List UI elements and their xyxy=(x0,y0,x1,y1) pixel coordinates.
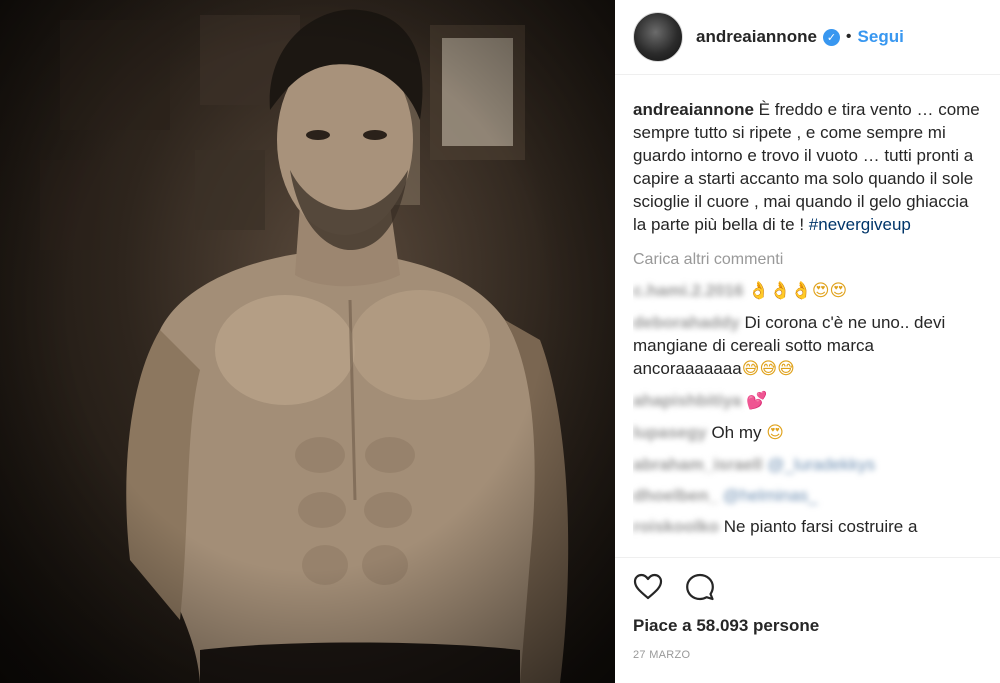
caption-hashtag[interactable]: #nevergiveup xyxy=(809,215,911,234)
comment-icon[interactable] xyxy=(685,572,715,602)
post-caption: andreaiannone È freddo e tira vento … co… xyxy=(633,98,983,236)
comment-username[interactable]: dhoelben_ xyxy=(633,486,718,505)
comment-item: lupasegy Oh my 😍 xyxy=(633,421,983,445)
follow-button[interactable]: Segui xyxy=(858,27,904,47)
comment-text: Oh my xyxy=(711,423,767,442)
comment-mention[interactable]: @helminas_ xyxy=(723,486,818,505)
caption-username[interactable]: andreaiannone xyxy=(633,100,754,119)
comment-item: roiskoolko Ne pianto farsi costruire a xyxy=(633,515,983,538)
comment-text: Ne pianto farsi costruire a xyxy=(723,517,918,536)
comment-item: deborahaddy Di corona c'è ne uno.. devi … xyxy=(633,311,983,381)
load-more-comments-button[interactable]: Carica altri commenti xyxy=(633,248,983,271)
post-date[interactable]: 27 MARZO xyxy=(633,649,690,661)
comment-username[interactable]: roiskoolko xyxy=(633,517,719,536)
action-icons xyxy=(633,572,715,602)
comment-username[interactable]: abraham_israell xyxy=(633,455,762,474)
header-username[interactable]: andreaiannone xyxy=(696,27,817,47)
comment-username[interactable]: deborahaddy xyxy=(633,313,740,332)
comment-username[interactable]: ahapishbitiya xyxy=(633,391,742,410)
comment-item: abraham_israell @_luradekkys xyxy=(633,453,983,476)
comment-username[interactable]: lupasegy xyxy=(633,423,707,442)
comments-list[interactable]: andreaiannone È freddo e tira vento … co… xyxy=(633,98,983,556)
comment-item: c.hami.2.2016 👌👌👌😍😍 xyxy=(633,279,983,303)
post-header: andreaiannone ✓ • Segui xyxy=(615,0,1000,75)
instagram-post: andreaiannone ✓ • Segui andreaiannone È … xyxy=(0,0,1000,683)
caption-text: È freddo e tira vento … come sempre tutt… xyxy=(633,100,980,234)
comment-username[interactable]: c.hami.2.2016 xyxy=(633,281,744,300)
comment-mention[interactable]: @_luradekkys xyxy=(767,455,875,474)
heart-icon[interactable] xyxy=(633,572,663,602)
post-actions: Piace a 58.093 persone 27 MARZO xyxy=(615,557,1000,683)
separator-dot: • xyxy=(845,28,852,45)
post-side-panel: andreaiannone ✓ • Segui andreaiannone È … xyxy=(615,0,1000,683)
comment-emoji: 😅😅😅 xyxy=(741,359,795,379)
comment-emoji: 👌👌👌😍😍 xyxy=(748,281,848,301)
post-photo[interactable] xyxy=(0,0,615,683)
likes-count[interactable]: Piace a 58.093 persone xyxy=(633,616,819,636)
comment-emoji: 💕 xyxy=(746,391,768,411)
comments-fade xyxy=(633,538,983,556)
avatar[interactable] xyxy=(633,12,683,62)
comment-item: ahapishbitiya 💕 xyxy=(633,389,983,413)
verified-badge-icon: ✓ xyxy=(822,28,840,46)
portrait-illustration xyxy=(0,0,615,683)
comment-emoji: 😍 xyxy=(766,423,784,443)
comment-item: dhoelben_ @helminas_ xyxy=(633,484,983,507)
